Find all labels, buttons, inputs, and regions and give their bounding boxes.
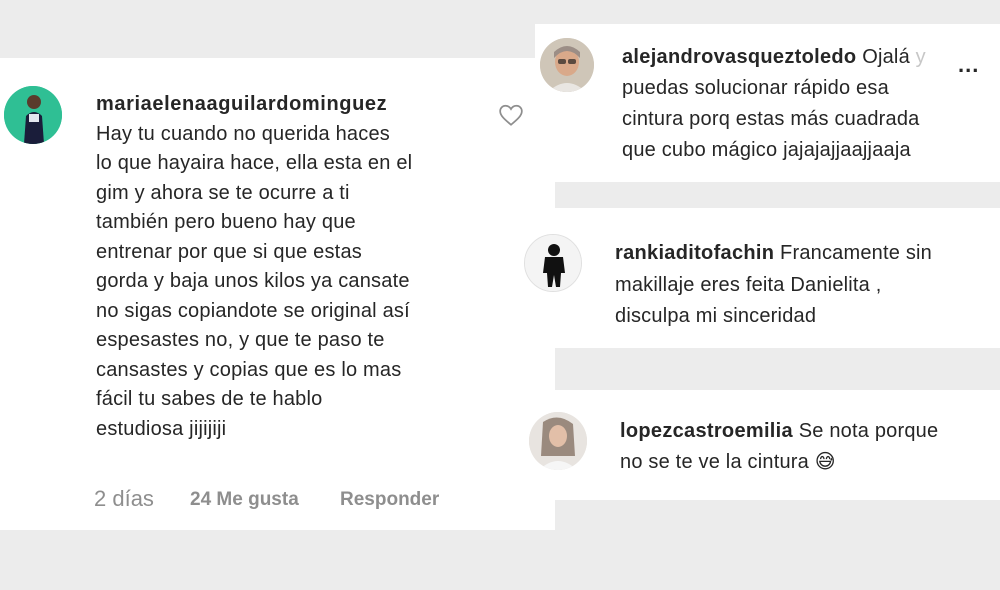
comment-time[interactable]: 2 días [94,486,154,512]
user-photo [525,235,581,291]
user-photo [4,86,62,144]
comment-last-line: no se te ve la cintura 😅 [620,447,1000,478]
comment-line: fácil tu sabes de te hablo [96,388,323,410]
comment-line: gorda y baja unos kilos ya cansate [96,270,410,292]
heart-outline-icon[interactable] [498,102,524,128]
truncated-text: y [915,46,926,68]
username-mariaelena[interactable]: mariaelenaaguilardominguez [96,90,496,120]
user-photo [540,38,594,92]
comment-first-line: lopezcastroemilia Se nota porque [620,416,1000,447]
avatar-alejandro[interactable] [540,38,594,92]
avatar-lopezcastro[interactable] [529,412,587,470]
reply-button[interactable]: Responder [340,489,439,511]
comment-body-1: mariaelenaaguilardominguez Hay tu cuando… [96,90,496,444]
comment-line: Ojalá [862,46,910,68]
sweat-smile-emoji-icon: 😅 [814,451,836,473]
comment-line: disculpa mi sinceridad [615,305,817,327]
user-photo [529,412,587,470]
comment-line: espesastes no, y que te paso te [96,329,385,351]
avatar-rankiadito[interactable] [524,234,582,292]
comment-body-4: lopezcastroemilia Se nota porque no se t… [620,416,1000,478]
comment-first-line: rankiaditofachin Francamente sin [615,238,1000,270]
more-options-icon[interactable]: ... [958,52,979,78]
comment-line: lo que hayaira hace, ella esta en el [96,152,413,174]
comment-line: Francamente sin [780,242,933,264]
comment-line: Se nota porque [798,420,939,442]
username-lopezcastro[interactable]: lopezcastroemilia [620,420,793,442]
comment-line: cansastes y copias que es lo mas [96,358,402,381]
comment-line: que cubo mágico jajajajjaajjaaja [622,139,911,161]
comment-line: gim y ahora se te ocurre a ti [96,181,350,204]
comment-line: Hay tu cuando no querida haces [96,122,390,145]
comment-line: entrenar por que si que estas [96,240,362,263]
comment-line: no se te ve la cintura [620,451,809,473]
comment-body-2: alejandrovasqueztoledo Ojalá y puedas so… [622,42,962,166]
comment-line: también pero bueno hay que [96,211,356,233]
username-rankiadito[interactable]: rankiaditofachin [615,242,774,264]
comment-line: cintura porq estas más cuadrada [622,108,920,130]
comment-line: no sigas copiandote se original así [96,299,410,322]
comment-line: puedas solucionar rápido esa [622,77,889,99]
avatar-mariaelena[interactable] [4,86,62,144]
comment-first-line: alejandrovasqueztoledo Ojalá y [622,42,962,73]
comment-line: makillaje eres feita Danielita , [615,273,882,296]
comment-line: estudiosa jijijiji [96,417,227,440]
comment-likes[interactable]: 24 Me gusta [190,489,299,511]
comment-body-3: rankiaditofachin Francamente sin makilla… [615,238,1000,333]
username-alejandro[interactable]: alejandrovasqueztoledo [622,46,856,68]
